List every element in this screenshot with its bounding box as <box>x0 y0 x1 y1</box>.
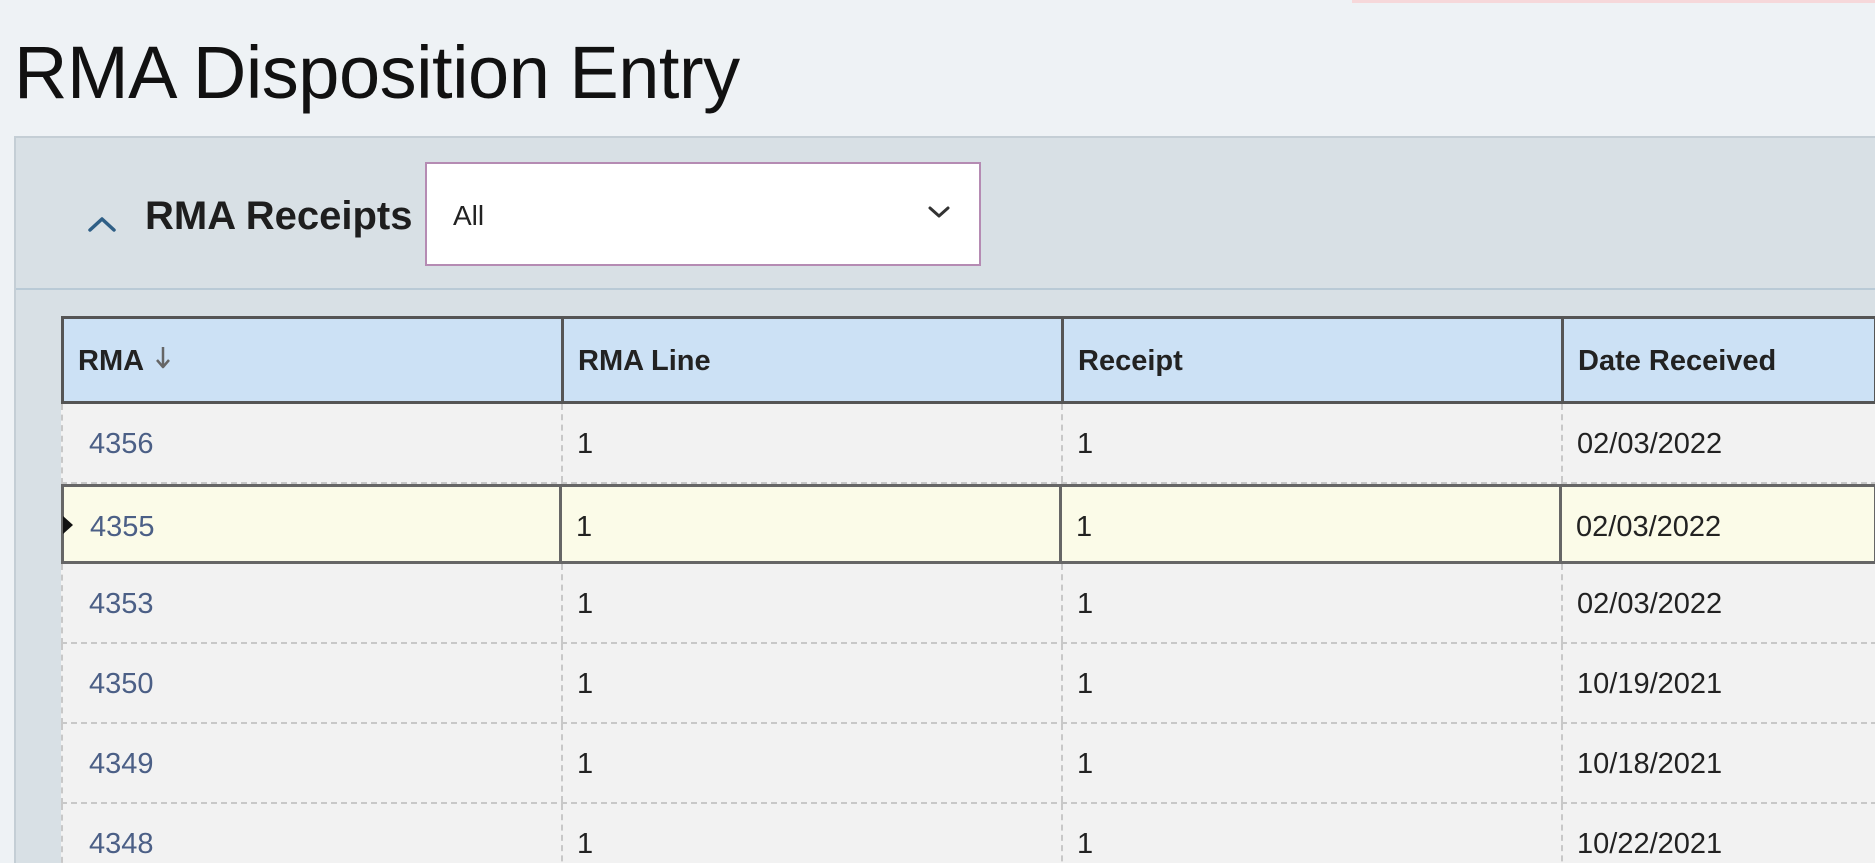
cell-value: 1 <box>576 511 593 543</box>
cell-value: 1 <box>577 428 594 460</box>
cell-date-received: 10/19/2021 <box>1563 644 1875 722</box>
cell-date-received: 02/03/2022 <box>1563 404 1875 482</box>
cell-value: 02/03/2022 <box>1576 511 1722 543</box>
rma-link[interactable]: 4355 <box>90 511 155 544</box>
rma-receipts-panel: RMA Receipts All RMA RMA Line Receipt Da… <box>14 136 1875 863</box>
cell-rma-line: 1 <box>563 724 1063 802</box>
cell-receipt: 1 <box>1063 644 1563 722</box>
cell-value: 1 <box>577 828 594 860</box>
chevron-up-icon[interactable] <box>72 194 132 254</box>
grid-header-row: RMA RMA Line Receipt Date Received <box>61 316 1875 404</box>
cell-value: 02/03/2022 <box>1577 428 1723 460</box>
cell-rma-line: 1 <box>563 644 1063 722</box>
cell-value: 02/03/2022 <box>1577 588 1723 620</box>
panel-header: RMA Receipts All <box>16 138 1875 290</box>
cell-value: 1 <box>1077 748 1094 780</box>
cell-date-received: 10/18/2021 <box>1563 724 1875 802</box>
cell-value: 1 <box>577 748 594 780</box>
cell-value: 1 <box>577 668 594 700</box>
table-row[interactable]: 4353 1 1 02/03/2022 <box>61 564 1875 644</box>
column-header-label: Date Received <box>1578 345 1777 377</box>
cell-rma: 4348 <box>63 804 563 863</box>
rma-receipts-grid: RMA RMA Line Receipt Date Received 4356 … <box>61 316 1875 863</box>
cell-rma-line: 1 <box>563 404 1063 482</box>
cell-rma: 4350 <box>63 644 563 722</box>
cell-rma-line: 1 <box>563 564 1063 642</box>
column-header-label: RMA <box>78 345 143 377</box>
cell-rma: 4353 <box>63 564 563 642</box>
table-row[interactable]: 4356 1 1 02/03/2022 <box>61 404 1875 484</box>
column-header-label: RMA Line <box>578 345 711 377</box>
receipts-filter-select[interactable]: All <box>425 162 981 266</box>
cell-receipt: 1 <box>1063 804 1563 863</box>
panel-title: RMA Receipts <box>145 194 413 238</box>
cell-value: 10/19/2021 <box>1577 668 1723 700</box>
rma-link[interactable]: 4349 <box>89 748 154 781</box>
cell-receipt: 1 <box>1063 564 1563 642</box>
column-header-rma[interactable]: RMA <box>64 319 564 401</box>
cell-value: 1 <box>1077 588 1094 620</box>
chevron-down-icon <box>927 204 951 225</box>
rma-link[interactable]: 4350 <box>89 668 154 701</box>
rma-link[interactable]: 4353 <box>89 588 154 621</box>
cell-date-received: 02/03/2022 <box>1563 564 1875 642</box>
cell-value: 1 <box>1077 828 1094 860</box>
cell-value: 10/18/2021 <box>1577 748 1723 780</box>
rma-link[interactable]: 4348 <box>89 828 154 861</box>
cell-value: 10/22/2021 <box>1577 828 1723 860</box>
cell-value: 1 <box>1076 511 1093 543</box>
cell-date-received: 10/22/2021 <box>1563 804 1875 863</box>
column-header-label: Receipt <box>1078 345 1183 377</box>
filter-selected-value: All <box>453 200 485 231</box>
table-row[interactable]: 4349 1 1 10/18/2021 <box>61 724 1875 804</box>
column-header-date-received[interactable]: Date Received <box>1564 319 1875 401</box>
cell-value: 1 <box>577 588 594 620</box>
page: RMA Disposition Entry RMA Receipts All R… <box>0 0 1875 863</box>
cell-rma-line: 1 <box>563 804 1063 863</box>
cell-rma: 4356 <box>63 404 563 482</box>
cell-value: 1 <box>1077 428 1094 460</box>
table-row-selected[interactable]: 4355 1 1 02/03/2022 <box>61 484 1875 564</box>
cell-rma: 4349 <box>63 724 563 802</box>
cell-receipt: 1 <box>1063 404 1563 482</box>
grid-body: 4356 1 1 02/03/2022 4355 1 1 02/03/2022 … <box>61 404 1875 863</box>
cell-value: 1 <box>1077 668 1094 700</box>
rma-link[interactable]: 4356 <box>89 428 154 461</box>
cell-rma-line: 1 <box>562 487 1062 561</box>
cell-rma: 4355 <box>64 487 562 561</box>
table-row[interactable]: 4348 1 1 10/22/2021 <box>61 804 1875 863</box>
cell-receipt: 1 <box>1063 724 1563 802</box>
column-header-rma-line[interactable]: RMA Line <box>564 319 1064 401</box>
cell-receipt: 1 <box>1062 487 1562 561</box>
page-title: RMA Disposition Entry <box>14 31 740 114</box>
cell-date-received: 02/03/2022 <box>1562 487 1875 561</box>
sort-descending-icon <box>155 345 171 379</box>
top-accent-bar <box>1352 0 1875 3</box>
column-header-receipt[interactable]: Receipt <box>1064 319 1564 401</box>
table-row[interactable]: 4350 1 1 10/19/2021 <box>61 644 1875 724</box>
